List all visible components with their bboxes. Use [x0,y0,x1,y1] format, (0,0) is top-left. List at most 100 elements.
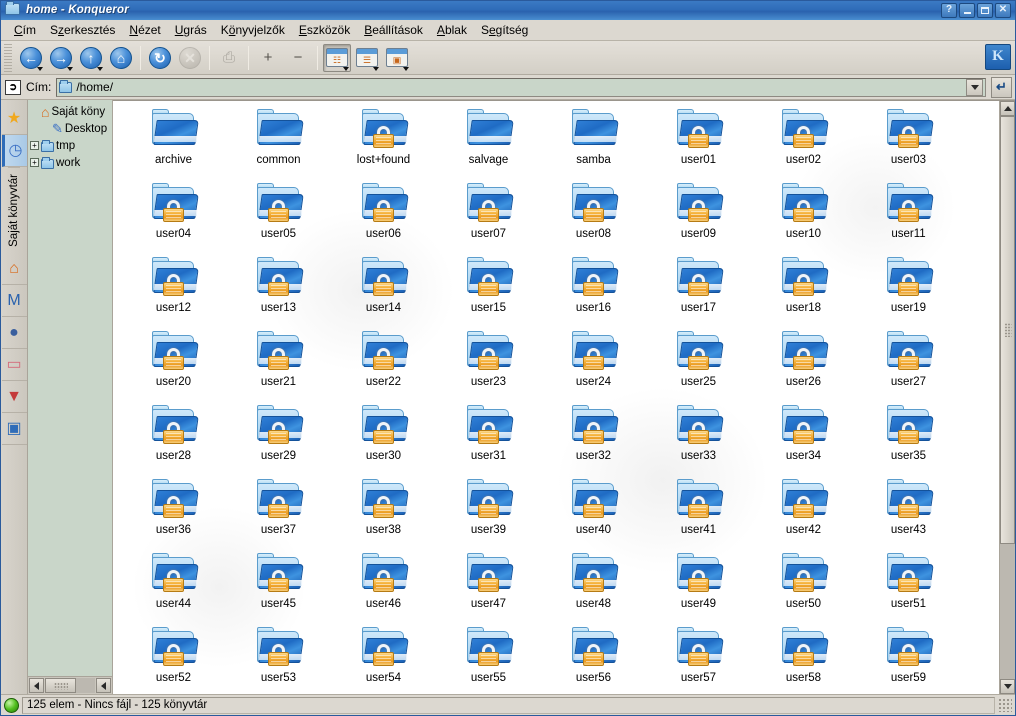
file-item[interactable]: user21 [226,329,331,403]
scroll-down-button[interactable] [1000,679,1015,695]
file-item[interactable]: user05 [226,181,331,255]
file-item[interactable]: user48 [541,551,646,625]
help-button[interactable]: ? [941,2,957,18]
chevron-down-icon[interactable] [343,66,349,71]
file-item[interactable]: user44 [121,551,226,625]
chevron-down-icon[interactable] [37,66,43,71]
tree-item-work[interactable]: + work [30,154,112,171]
chevron-down-icon[interactable] [403,66,409,71]
file-item[interactable]: user02 [751,107,856,181]
forward-button[interactable]: → [47,44,75,72]
list-view-button[interactable]: ☰ [353,44,381,72]
file-item[interactable]: user11 [856,181,961,255]
file-item[interactable]: user39 [436,477,541,551]
file-item[interactable]: user30 [331,403,436,477]
resize-grip[interactable] [998,698,1012,713]
file-item[interactable]: user54 [331,625,436,694]
sidebar-vertical-tab[interactable]: Saját könyvtár [8,167,20,254]
chevron-down-icon[interactable] [97,66,103,71]
file-item[interactable]: user29 [226,403,331,477]
file-item[interactable]: archive [121,107,226,181]
preview-view-button[interactable]: ▣ [383,44,411,72]
file-item[interactable]: user49 [646,551,751,625]
file-item[interactable]: user32 [541,403,646,477]
file-item[interactable]: user04 [121,181,226,255]
file-item[interactable]: user34 [751,403,856,477]
file-item[interactable]: user37 [226,477,331,551]
close-button[interactable]: ✕ [995,2,1011,18]
file-item[interactable]: user59 [856,625,961,694]
file-item[interactable]: user18 [751,255,856,329]
file-item[interactable]: user07 [436,181,541,255]
chevron-down-icon[interactable] [67,66,73,71]
menu-item-szerkeszt-s[interactable]: Szerkesztés [43,21,122,39]
file-item[interactable]: user19 [856,255,961,329]
file-item[interactable]: user57 [646,625,751,694]
file-item[interactable]: user23 [436,329,541,403]
devices-icon[interactable]: ▣ [1,413,27,446]
clear-location-icon[interactable]: ➲ [5,79,21,95]
hscroll-thumb[interactable] [45,678,76,694]
minimize-button[interactable] [959,2,975,18]
file-item[interactable]: user24 [541,329,646,403]
file-item[interactable]: user35 [856,403,961,477]
scroll-right-button[interactable] [96,678,111,694]
maximize-button[interactable] [977,2,993,18]
expand-toggle-icon[interactable]: + [30,141,39,151]
file-item[interactable]: user03 [856,107,961,181]
icon-view-button[interactable]: ☷ [323,43,351,72]
file-item[interactable]: user33 [646,403,751,477]
vscroll-thumb[interactable] [1000,116,1015,545]
file-item[interactable]: user09 [646,181,751,255]
home-button[interactable]: ⌂ [107,44,135,72]
file-item[interactable]: user45 [226,551,331,625]
menu-item-seg-ts-g[interactable]: Segítség [474,21,535,39]
location-input[interactable]: /home/ [56,77,986,97]
menu-item-be-ll-t-sok[interactable]: Beállítások [357,21,430,39]
file-item[interactable]: user46 [331,551,436,625]
file-item[interactable]: user16 [541,255,646,329]
zoom-out-button[interactable]: − [284,44,312,72]
scroll-up-button[interactable] [1000,101,1015,117]
menu-item-eszk-z-k[interactable]: Eszközök [292,21,357,39]
vscroll-track[interactable] [1000,116,1015,680]
icon-view[interactable]: archive common lost+found salvage samba user0… [113,101,999,695]
file-item[interactable]: user27 [856,329,961,403]
go-button[interactable]: ↵ [991,76,1012,98]
file-item[interactable]: user53 [226,625,331,694]
menu-item-n-zet[interactable]: Nézet [122,21,167,39]
file-item[interactable]: salvage [436,107,541,181]
file-item[interactable]: user36 [121,477,226,551]
file-item[interactable]: user40 [541,477,646,551]
history-icon[interactable]: ◷ [1,135,27,168]
chevron-down-icon[interactable] [966,78,983,96]
file-item[interactable]: user25 [646,329,751,403]
view-vertical-scrollbar[interactable] [999,101,1015,695]
file-item[interactable]: user14 [331,255,436,329]
file-item[interactable]: user12 [121,255,226,329]
scroll-left-button[interactable] [29,678,44,694]
file-item[interactable]: user51 [856,551,961,625]
file-item[interactable]: samba [541,107,646,181]
zoom-in-button[interactable]: + [254,44,282,72]
up-button[interactable]: ↑ [77,44,105,72]
menu-item-ugr-s[interactable]: Ugrás [168,21,214,39]
file-item[interactable]: user41 [646,477,751,551]
file-item[interactable]: user10 [751,181,856,255]
back-button[interactable]: ← [17,44,45,72]
toolbar-grip[interactable] [4,43,12,72]
tree-item-saj-t-k-ny[interactable]: ⌂ Saját köny [30,103,112,120]
file-item[interactable]: user28 [121,403,226,477]
chevron-down-icon[interactable] [373,66,379,71]
file-item[interactable]: user43 [856,477,961,551]
file-item[interactable]: user15 [436,255,541,329]
file-item[interactable]: user56 [541,625,646,694]
file-item[interactable]: user06 [331,181,436,255]
bookmarks-icon[interactable]: ★ [1,103,27,136]
file-item[interactable]: user20 [121,329,226,403]
root-folder-icon[interactable]: ▭ [1,349,27,382]
file-item[interactable]: user38 [331,477,436,551]
tree-horizontal-scrollbar[interactable] [28,676,112,695]
menu-item-c-m[interactable]: Cím [7,21,43,39]
file-item[interactable]: user22 [331,329,436,403]
